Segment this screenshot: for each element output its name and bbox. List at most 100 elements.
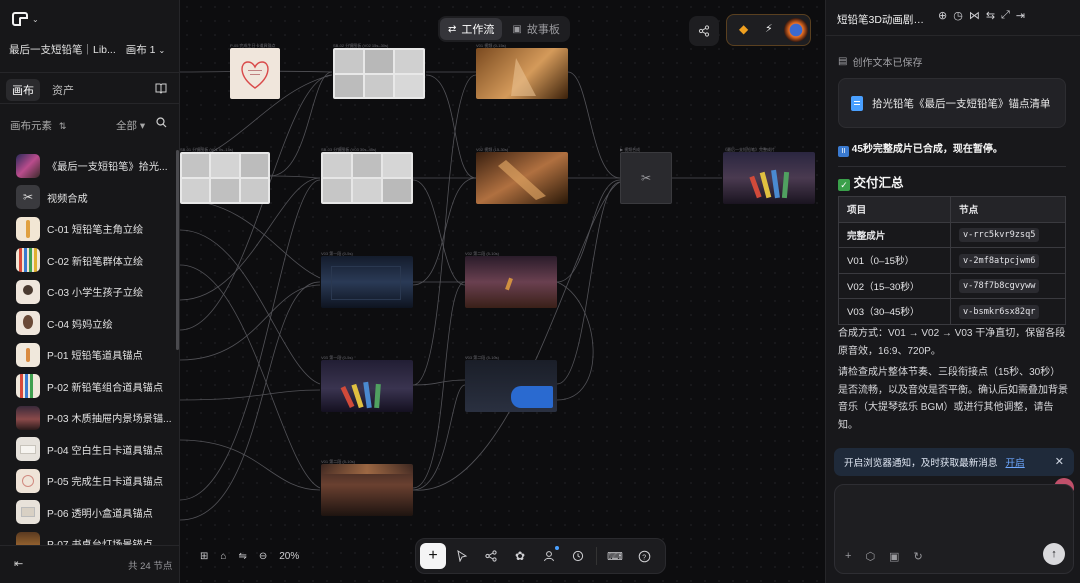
collapse-panel-icon[interactable]: ⇥ (1016, 9, 1025, 22)
cube-icon[interactable]: ⬡ (865, 550, 875, 563)
elements-label: 画布元素 (10, 120, 52, 132)
bolt-icon: ⚡ (765, 23, 773, 35)
app-logo-menu[interactable]: ⌄ (12, 12, 39, 26)
list-item[interactable]: 《最后一支短铅笔》拾光... (0, 150, 180, 182)
list-item[interactable]: C-04 妈妈立绘 (0, 308, 180, 340)
list-item[interactable]: P-04 空白生日卡道具锚点 (0, 434, 180, 466)
settings-sliders-icon[interactable]: ⇆ (986, 9, 995, 22)
node-video-compose[interactable]: ✂ (620, 152, 672, 204)
thumbnail (16, 531, 40, 545)
node-video-segment[interactable] (321, 256, 413, 308)
table-cell-node[interactable]: v-2mf8atpcjwm6 (950, 247, 1066, 274)
share-button[interactable] (689, 16, 719, 46)
list-item[interactable]: P-03 木质抽屉内景场景锚... (0, 402, 180, 434)
close-icon[interactable]: ✕ (1055, 455, 1064, 468)
chat-title[interactable]: 短铅笔3D动画剧本... (837, 12, 929, 27)
table-cell-node[interactable]: v-bsmkr6sx82qr (950, 298, 1066, 325)
help-icon[interactable]: ? (631, 543, 657, 569)
search-icon[interactable] (156, 117, 167, 131)
list-item[interactable]: C-01 短铅笔主角立绘 (0, 213, 180, 245)
table-cell-item: V02（15–30秒） (838, 272, 951, 299)
notification-dot (555, 546, 559, 550)
list-item[interactable]: P-01 短铅笔道具锚点 (0, 339, 180, 371)
history-clock-icon[interactable] (565, 543, 591, 569)
tab-assets[interactable]: 资产 (46, 79, 80, 101)
svg-text:?: ? (642, 554, 646, 561)
send-button[interactable]: ↑ (1043, 543, 1065, 565)
node-video[interactable] (476, 152, 568, 204)
node-video-segment[interactable] (465, 256, 557, 308)
table-cell-node[interactable]: v-78f7b8cgvyww (950, 272, 1066, 299)
collapse-panel-icon[interactable]: ⇤ (14, 557, 23, 570)
list-item[interactable]: C-02 新铅笔群体立绘 (0, 245, 180, 277)
node-storyboard[interactable] (321, 152, 413, 204)
select-cursor-icon[interactable] (449, 543, 475, 569)
enable-notification-link[interactable]: 开启 (1006, 455, 1025, 469)
table-header-node: 节点 (950, 196, 1066, 223)
list-item[interactable]: C-03 小学生孩子立绘 (0, 276, 180, 308)
node-graph-icon[interactable] (478, 543, 504, 569)
thumbnail (16, 405, 40, 430)
avatar[interactable] (784, 18, 808, 42)
node-video[interactable] (476, 48, 568, 99)
add-icon[interactable]: + (420, 543, 446, 569)
layout-icon[interactable]: ⌂ (220, 551, 226, 562)
layers-list: 《最后一支短铅笔》拾光... ✂ 视频合成 C-01 短铅笔主角立绘 C-02 新… (0, 150, 180, 545)
delivery-heading: ✓ 交付汇总 (838, 175, 1070, 193)
grid-icon[interactable]: ⊞ (200, 551, 208, 562)
thumbnail (16, 248, 40, 273)
sort-icon[interactable]: ⇅ (59, 121, 67, 131)
refresh-icon[interactable]: ↻ (913, 550, 922, 563)
image-upload-icon[interactable]: ▣ (889, 550, 899, 563)
table-row: V02（15–30秒） v-78f7b8cgvyww (838, 272, 1066, 299)
zoom-level[interactable]: 20% (279, 551, 299, 562)
thumbnail (16, 279, 40, 304)
project-title[interactable]: 最后一支短铅笔｜Lib... (9, 42, 116, 57)
canvas-selector[interactable]: 画布 1 ⌄ (126, 42, 165, 57)
share-icon (698, 25, 710, 37)
node-video-segment[interactable] (465, 360, 557, 412)
scrollbar[interactable] (176, 150, 179, 350)
node-video-segment[interactable] (321, 464, 413, 516)
add-icon[interactable]: + (845, 550, 851, 563)
tab-canvas[interactable]: 画布 (6, 79, 40, 101)
expand-icon[interactable]: ⤢ (1001, 9, 1010, 22)
node-storyboard[interactable] (333, 48, 425, 99)
filter-dropdown[interactable]: 全部 ▾ (116, 118, 145, 133)
document-icon (851, 95, 863, 111)
scissors-icon: ✂ (16, 185, 40, 210)
workflow-canvas[interactable]: P-05 完成生日卡道具锚点 SB-02 分镜图板 (V02 15s–30s) … (180, 0, 825, 583)
chevron-down-icon: ⌄ (32, 14, 39, 24)
node-final-video[interactable] (723, 152, 815, 204)
document-card[interactable]: 拾光铅笔《最后一支短铅笔》锚点清单 (838, 78, 1066, 128)
share-icon[interactable]: ⋈ (969, 9, 980, 22)
credits-area[interactable]: ◆ ⚡ (726, 14, 811, 46)
list-item[interactable]: ✂ 视频合成 (0, 182, 180, 214)
keyboard-icon[interactable]: ⌨ (602, 543, 628, 569)
table-cell-item: V03（30–45秒） (838, 298, 951, 325)
tab-storyboard[interactable]: ▣ 故事板 (504, 18, 567, 40)
table-cell-node[interactable]: v-rrc5kvr9zsq5 (950, 221, 1066, 248)
node-card-image[interactable] (230, 48, 280, 99)
list-item[interactable]: P-06 透明小盒道具锚点 (0, 497, 180, 529)
user-icon[interactable] (536, 543, 562, 569)
list-item[interactable]: P-05 完成生日卡道具锚点 (0, 465, 180, 497)
bottom-toolbar: + ✿ ⌨ ? (415, 538, 666, 574)
palette-icon[interactable]: ✿ (507, 543, 533, 569)
history-clock-icon[interactable]: ◷ (953, 9, 963, 22)
new-chat-icon[interactable]: ⊕ (938, 9, 947, 22)
diamond-icon: ◆ (739, 22, 749, 36)
shuffle-icon[interactable]: ⇋ (238, 551, 246, 562)
list-item[interactable]: P-02 新铅笔组合道具锚点 (0, 371, 180, 403)
thumbnail (16, 311, 40, 336)
chat-input[interactable]: + ⬡ ▣ ↻ ↑ (834, 484, 1074, 574)
arrow-up-icon: ↑ (1051, 548, 1057, 560)
table-row: V03（30–45秒） v-bsmkr6sx82qr (838, 298, 1066, 325)
tab-workflow[interactable]: ⇄ 工作流 (440, 18, 503, 40)
magnet-icon[interactable]: ⊖ (259, 551, 267, 562)
list-item[interactable]: P-07 书桌台灯场景锚点 (0, 528, 180, 545)
node-storyboard[interactable] (180, 152, 270, 204)
node-video-segment[interactable] (321, 360, 413, 412)
saved-status: ▤ 创作文本已保存 (838, 56, 923, 69)
book-icon[interactable] (155, 81, 167, 99)
